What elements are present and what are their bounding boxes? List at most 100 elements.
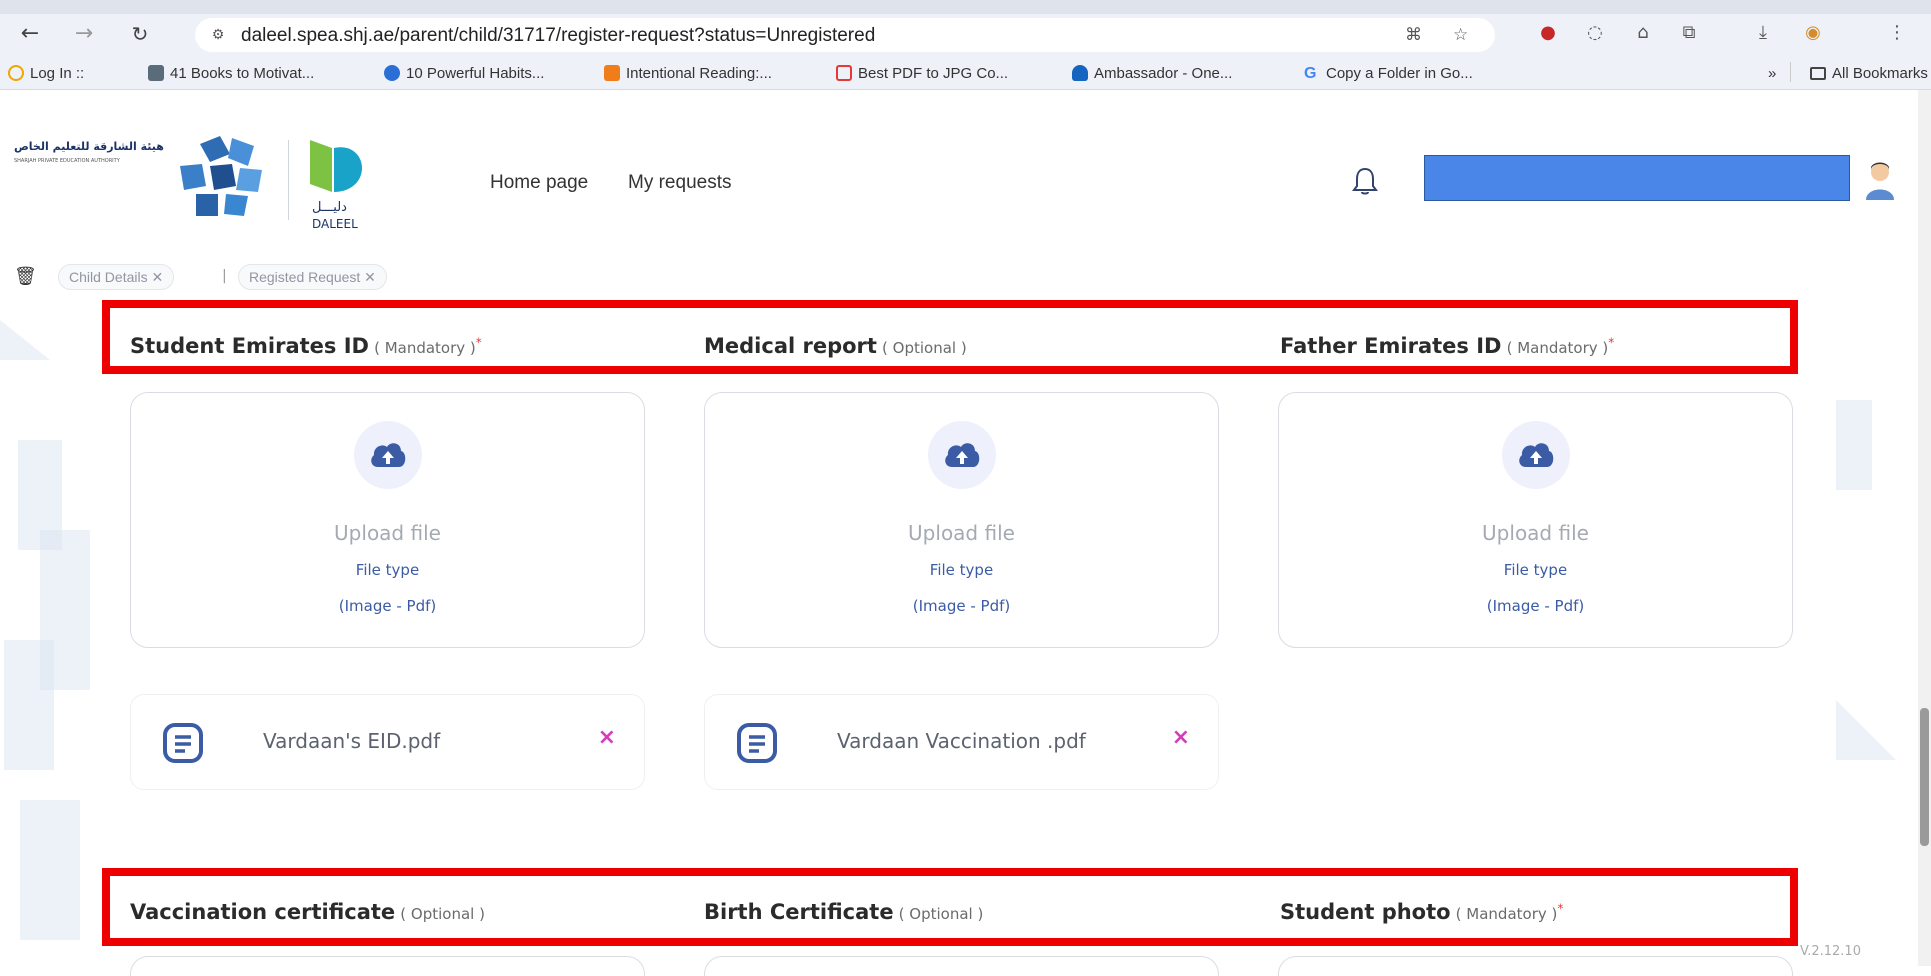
profile-icon[interactable]: ◉ (1800, 20, 1826, 46)
address-url[interactable]: daleel.spea.shj.ae/parent/child/31717/re… (241, 25, 875, 47)
upload-icon-circle (354, 421, 422, 489)
file-name: Vardaan's EID.pdf (263, 729, 441, 753)
page-scrollbar[interactable] (1918, 90, 1931, 966)
bookmark-icon (836, 65, 852, 81)
bookmark-label: Intentional Reading:... (626, 64, 772, 82)
bookmark-icon (384, 65, 400, 81)
close-icon[interactable]: × (1172, 725, 1190, 750)
upload-icon-circle (928, 421, 996, 489)
upload-label: Upload file (1482, 521, 1589, 545)
back-icon[interactable]: ← (16, 20, 44, 48)
daleel-logo-mark (310, 140, 362, 192)
bookmark-item[interactable]: G Copy a Folder in Go... (1304, 62, 1473, 84)
bookmark-icon (1072, 65, 1088, 81)
bookmark-item[interactable]: 41 Books to Motivat... (148, 62, 314, 84)
breadcrumb-chip-child-details[interactable]: Child Details ✕ (58, 264, 175, 290)
bookmark-label: 10 Powerful Habits... (406, 64, 545, 82)
all-bookmarks-label: All Bookmarks (1832, 64, 1928, 82)
upload-dropzone-father-emirates-id[interactable]: Upload file File type (Image - Pdf) (1278, 392, 1793, 648)
bookmark-item[interactable]: Ambassador - One... (1072, 62, 1232, 84)
cloud-upload-icon (371, 443, 406, 467)
file-type-values: (Image - Pdf) (912, 597, 1011, 615)
reload-icon[interactable]: ↻ (126, 20, 154, 48)
extension-icon[interactable]: ⧉ (1676, 20, 1702, 46)
upload-label: Upload file (908, 521, 1015, 545)
decor-shape (0, 320, 50, 360)
bookmark-item[interactable]: Intentional Reading:... (604, 62, 772, 84)
translate-icon[interactable]: ⌘ (1405, 25, 1422, 45)
folder-icon (1810, 66, 1826, 80)
menu-icon[interactable]: ⋮ (1884, 20, 1910, 46)
star-icon[interactable]: ☆ (1453, 25, 1468, 45)
tab-strip (0, 0, 1931, 14)
app-version: V.2.12.10 (1800, 944, 1861, 959)
bookmark-item[interactable]: Log In :: (8, 62, 84, 84)
user-name-bar[interactable] (1424, 155, 1850, 201)
upload-dropzone-student-photo[interactable] (1278, 956, 1793, 976)
trash-icon[interactable]: 🗑 (14, 266, 37, 287)
decor-shape (20, 800, 80, 940)
file-type-values: (Image - Pdf) (1486, 597, 1585, 615)
document-icon (163, 723, 203, 763)
uploaded-file-medical-report: Vardaan Vaccination .pdf × (704, 694, 1219, 790)
file-type-label: File type (929, 561, 994, 579)
spea-logo[interactable]: هيئة الشارقة للتعليم الخاص SHARJAH PRIVA… (14, 132, 184, 192)
bookmarks-divider (1790, 62, 1791, 82)
extension-icon[interactable]: ⌂ (1630, 20, 1656, 46)
scrollbar-thumb[interactable] (1920, 708, 1929, 846)
bookmark-item[interactable]: 10 Powerful Habits... (384, 62, 544, 84)
extension-icon[interactable]: ◌ (1582, 20, 1608, 46)
nav-my-requests[interactable]: My requests (628, 172, 731, 194)
spea-logo-mark (180, 136, 262, 216)
highlight-box-row2 (102, 868, 1798, 946)
bookmark-label: Ambassador - One... (1094, 64, 1233, 82)
file-name: Vardaan Vaccination .pdf (837, 729, 1086, 753)
bookmark-label: Best PDF to JPG Co... (858, 64, 1009, 82)
site-info-icon[interactable]: ⚙ (207, 25, 229, 45)
file-type-label: File type (355, 561, 420, 579)
breadcrumb: 🗑 Child Details ✕ | Registed Request ✕ (0, 258, 1931, 296)
bell-icon[interactable] (1352, 166, 1380, 196)
document-icon (737, 723, 777, 763)
upload-dropzone-student-emirates-id[interactable]: Upload file File type (Image - Pdf) (130, 392, 645, 648)
header-divider (288, 140, 289, 220)
upload-dropzone-vaccination[interactable] (130, 956, 645, 976)
upload-icon-circle (1502, 421, 1570, 489)
decor-shape (1836, 400, 1872, 490)
logo-english-text: SHARJAH PRIVATE EDUCATION AUTHORITY (14, 158, 120, 164)
forward-icon[interactable]: → (70, 20, 98, 48)
breadcrumb-separator: | (222, 268, 227, 284)
download-icon[interactable]: ⤓ (1750, 20, 1776, 46)
close-icon[interactable]: × (598, 725, 616, 750)
nav-home[interactable]: Home page (490, 172, 588, 194)
bookmark-icon (148, 65, 164, 81)
uploaded-file-student-eid: Vardaan's EID.pdf × (130, 694, 645, 790)
decor-shape (4, 640, 54, 770)
bookmark-icon (8, 65, 24, 81)
bookmark-icon (604, 65, 620, 81)
daleel-arabic: دليـــل (312, 200, 347, 215)
daleel-label: DALEEL (312, 217, 358, 231)
bookmark-item[interactable]: Best PDF to JPG Co... (836, 62, 1008, 84)
avatar[interactable] (1864, 158, 1896, 200)
browser-chrome: ← → ↻ ⚙ daleel.spea.shj.ae/parent/child/… (0, 0, 1931, 90)
breadcrumb-chip-registed-request[interactable]: Registed Request ✕ (238, 264, 387, 290)
bookmark-label: 41 Books to Motivat... (170, 64, 315, 82)
bookmark-label: Copy a Folder in Go... (1326, 64, 1473, 82)
bookmark-label: Log In :: (30, 64, 85, 82)
bookmarks-overflow[interactable]: » (1768, 62, 1776, 84)
bookmark-icon: G (1304, 65, 1317, 82)
highlight-box-row1 (102, 300, 1798, 374)
browser-toolbar: ← → ↻ ⚙ daleel.spea.shj.ae/parent/child/… (0, 14, 1931, 54)
all-bookmarks[interactable]: All Bookmarks (1810, 62, 1928, 84)
cloud-upload-icon (1519, 443, 1554, 467)
upload-dropzone-medical-report[interactable]: Upload file File type (Image - Pdf) (704, 392, 1219, 648)
upload-dropzone-birth-certificate[interactable] (704, 956, 1219, 976)
bookmarks-bar: Log In :: 41 Books to Motivat... 10 Powe… (0, 56, 1931, 88)
address-bar[interactable]: ⚙ daleel.spea.shj.ae/parent/child/31717/… (195, 18, 1495, 52)
file-type-label: File type (1503, 561, 1568, 579)
logo-arabic-text: هيئة الشارقة للتعليم الخاص (14, 140, 164, 153)
upload-label: Upload file (334, 521, 441, 545)
extension-icon[interactable]: ● (1535, 20, 1561, 46)
cloud-upload-icon (945, 443, 980, 467)
